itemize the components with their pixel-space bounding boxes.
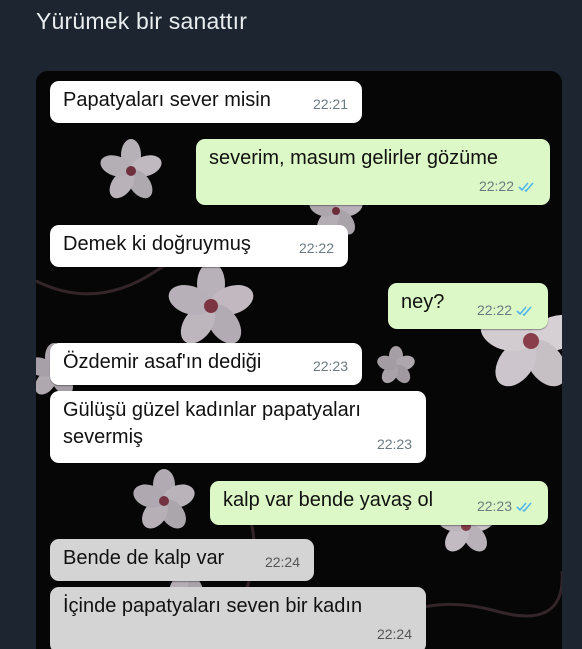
message-time: 22:23 (376, 436, 412, 452)
message-time: 22:23 (312, 358, 348, 374)
message-text: Bende de kalp var (63, 547, 225, 569)
message-bubble-incoming[interactable]: İçinde papatyaları seven bir kadın 22:24 (50, 587, 426, 649)
message-time: 22:21 (312, 96, 348, 112)
message-text: Özdemir asaf'ın dediği (63, 351, 262, 373)
message-bubble-incoming[interactable]: Gülüşü güzel kadınlar papatyaları severm… (50, 391, 426, 463)
message-time: 22:24 (264, 554, 300, 570)
chat-window[interactable]: Papatyaları sever misin 22:21 severim, m… (36, 71, 562, 649)
message-bubble-incoming[interactable]: Özdemir asaf'ın dediği 22:23 (50, 343, 362, 385)
message-bubble-outgoing[interactable]: kalp var bende yavaş ol 22:23 (210, 481, 548, 525)
message-text: İçinde papatyaları seven bir kadın (63, 595, 363, 617)
message-bubble-incoming[interactable]: Demek ki doğruymuş 22:22 (50, 225, 348, 267)
message-text: Papatyaları sever misin (63, 89, 271, 111)
message-time: 22:23 (476, 498, 512, 514)
double-check-icon (516, 305, 532, 316)
message-text: Demek ki doğruymuş (63, 233, 251, 255)
message-bubble-incoming[interactable]: Bende de kalp var 22:24 (50, 539, 314, 581)
message-time: 22:22 (476, 302, 512, 318)
message-text: ney? (401, 291, 445, 313)
message-text: severim, masum gelirler gözüme (209, 147, 498, 169)
page-title: Yürümek bir sanattır (36, 8, 248, 34)
message-bubble-outgoing[interactable]: ney? 22:22 (388, 283, 548, 329)
double-check-icon (518, 181, 534, 192)
message-text-line: severmiş (63, 426, 144, 448)
message-text: Gülüşü güzel kadınlar papatyaları severm… (63, 397, 361, 451)
message-time: 22:22 (478, 178, 514, 194)
message-bubble-incoming[interactable]: Papatyaları sever misin 22:21 (50, 81, 362, 123)
double-check-icon (516, 501, 532, 512)
message-text-line: Gülüşü güzel kadınlar papatyaları (63, 399, 361, 421)
message-time: 22:22 (298, 240, 334, 256)
message-text: kalp var bende yavaş ol (223, 489, 434, 511)
message-time: 22:24 (376, 626, 412, 642)
message-bubble-outgoing[interactable]: severim, masum gelirler gözüme 22:22 (196, 139, 550, 205)
